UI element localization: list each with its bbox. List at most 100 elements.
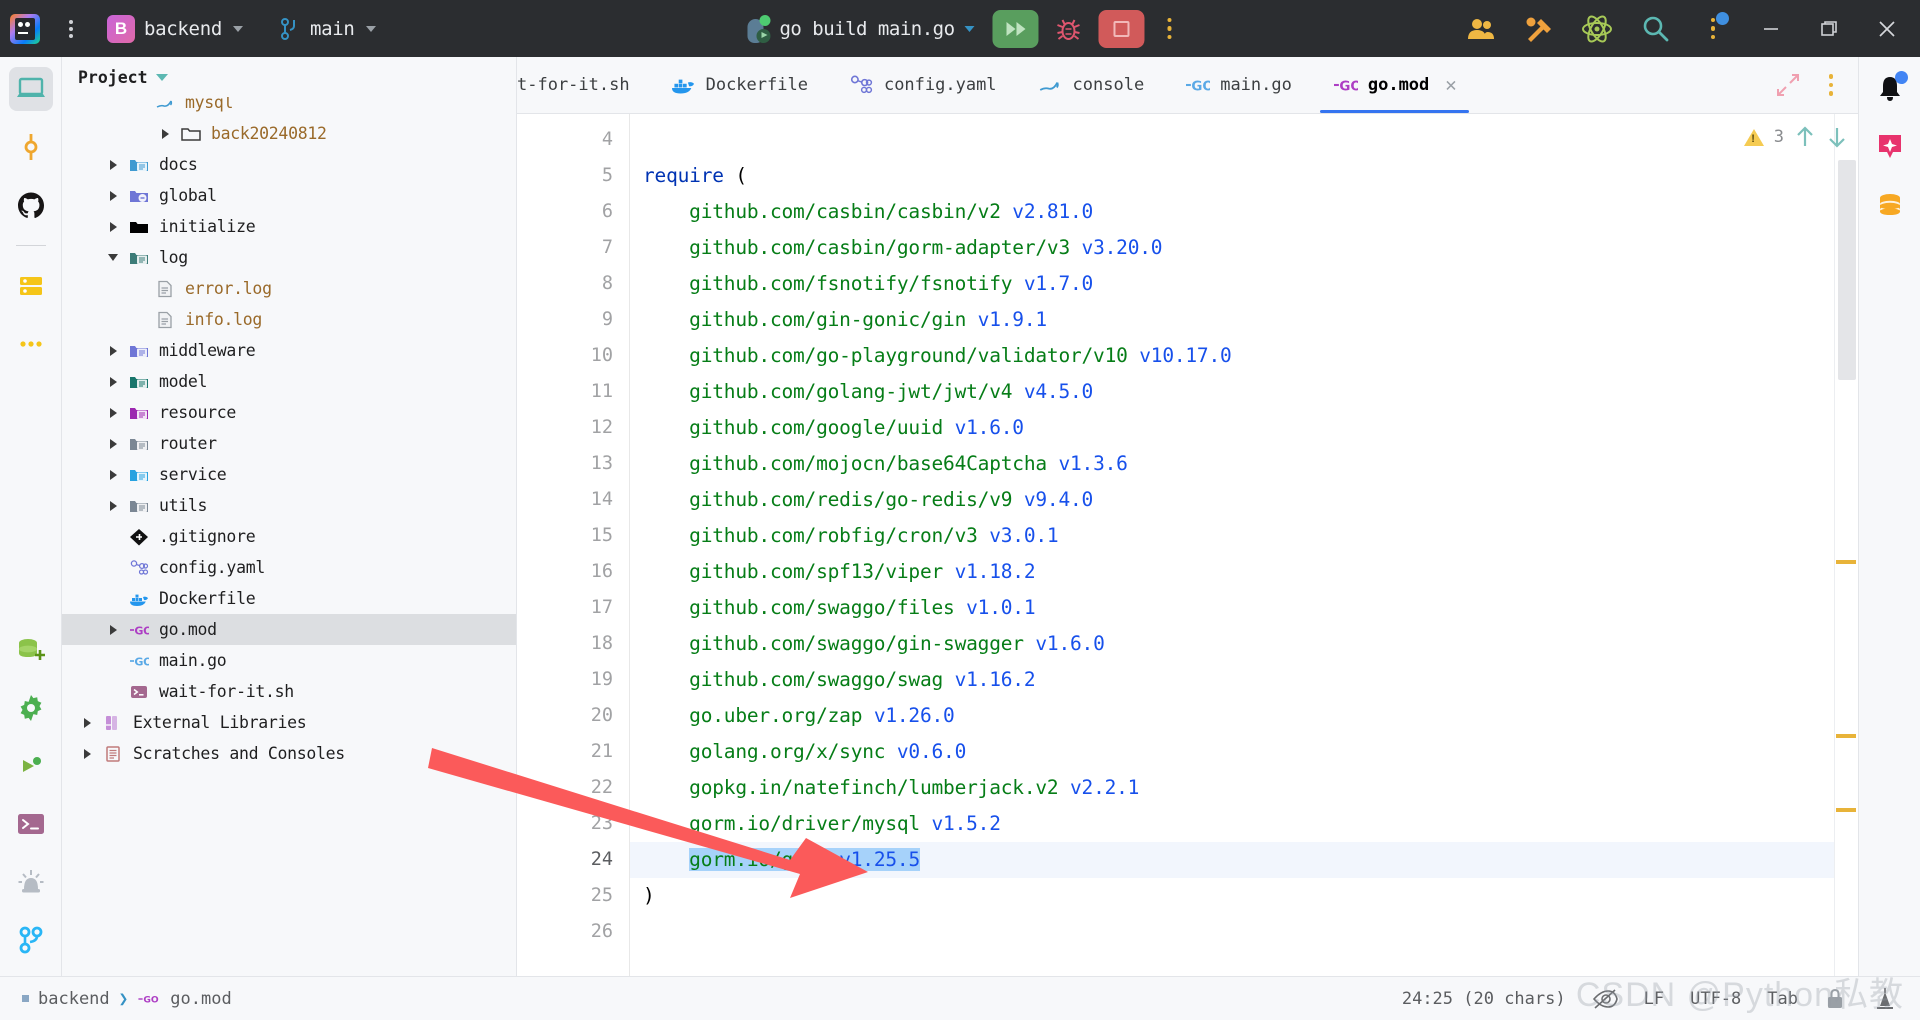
tree-item-resource[interactable]: resource <box>62 397 516 428</box>
lock-icon[interactable] <box>1824 987 1846 1011</box>
tree-twisty-collapsed[interactable] <box>100 190 126 201</box>
tab-console[interactable]: console <box>1017 57 1165 113</box>
tree-item-dockerfile[interactable]: Dockerfile <box>62 583 516 614</box>
tree-item-gitignore[interactable]: .gitignore <box>62 521 516 552</box>
tree-twisty-collapsed[interactable] <box>74 748 100 759</box>
line-number[interactable]: 23 <box>517 806 629 842</box>
tree-item-main-go[interactable]: GO main.go <box>62 645 516 676</box>
tree-twisty-collapsed[interactable] <box>152 128 178 139</box>
code-editor[interactable]: require ( github.com/casbin/casbin/v2 v2… <box>629 114 1834 976</box>
tree-twisty-collapsed[interactable] <box>100 407 126 418</box>
tree-item-global[interactable]: global <box>62 180 516 211</box>
line-number[interactable]: 19 <box>517 662 629 698</box>
code-line[interactable]: github.com/gin-gonic/gin v1.9.1 <box>629 302 1834 338</box>
maximize-window-button[interactable] <box>1800 0 1858 57</box>
line-number[interactable]: 4 <box>517 122 629 158</box>
sidebar-item-terminal[interactable] <box>9 802 53 846</box>
sidebar-item-commit[interactable] <box>9 125 53 169</box>
code-line[interactable]: github.com/fsnotify/fsnotify v1.7.0 <box>629 266 1834 302</box>
line-number[interactable]: 7 <box>517 230 629 266</box>
code-line[interactable]: require ( <box>629 158 1834 194</box>
chevron-down-icon[interactable] <box>155 73 168 81</box>
code-line[interactable]: github.com/spf13/viper v1.18.2 <box>629 554 1834 590</box>
sidebar-item-github[interactable] <box>9 183 53 227</box>
sidebar-item-run[interactable] <box>9 744 53 788</box>
breadcrumb[interactable]: backend ❯ GO go.mod <box>22 989 232 1009</box>
tree-twisty-collapsed[interactable] <box>100 376 126 387</box>
tab-config-yaml[interactable]: config.yaml <box>828 57 1017 113</box>
run-button[interactable] <box>992 9 1039 48</box>
tools-button[interactable] <box>1510 0 1568 57</box>
tab-dockerfile[interactable]: Dockerfile <box>650 57 828 113</box>
breadcrumb-item-project[interactable]: backend <box>38 989 110 1009</box>
tree-twisty-collapsed[interactable] <box>100 624 126 635</box>
line-number[interactable]: 10 <box>517 338 629 374</box>
expand-diagonal-icon[interactable] <box>1766 65 1810 105</box>
code-line[interactable]: github.com/go-playground/validator/v10 v… <box>629 338 1834 374</box>
search-button[interactable] <box>1626 0 1684 57</box>
sidebar-item-database[interactable] <box>9 264 53 308</box>
code-line[interactable]: github.com/golang-jwt/jwt/v4 v4.5.0 <box>629 374 1834 410</box>
line-number[interactable]: 15 <box>517 518 629 554</box>
warning-marker[interactable] <box>1836 560 1856 564</box>
arrow-down-icon[interactable] <box>1826 124 1848 150</box>
sidebar-item-problems[interactable] <box>9 860 53 904</box>
tree-item-back20240812[interactable]: back20240812 <box>62 118 516 149</box>
tree-twisty-collapsed[interactable] <box>100 221 126 232</box>
tree-item-router[interactable]: router <box>62 428 516 459</box>
tree-item-config-yaml[interactable]: config.yaml <box>62 552 516 583</box>
tab-go-mod[interactable]: GO go.mod ✕ <box>1312 57 1477 113</box>
tree-item-utils[interactable]: utils <box>62 490 516 521</box>
sidebar-item-settings[interactable] <box>9 686 53 730</box>
code-line[interactable]: github.com/robfig/cron/v3 v3.0.1 <box>629 518 1834 554</box>
indent-setting[interactable]: Tab <box>1767 989 1798 1009</box>
breadcrumb-item-file[interactable]: go.mod <box>170 989 231 1009</box>
code-line[interactable]: ) <box>629 878 1834 914</box>
tree-twisty-collapsed[interactable] <box>100 345 126 356</box>
code-line[interactable]: go.uber.org/zap v1.26.0 <box>629 698 1834 734</box>
line-number[interactable]: 9 <box>517 302 629 338</box>
warning-marker[interactable] <box>1836 734 1856 738</box>
arrow-up-icon[interactable] <box>1794 124 1816 150</box>
tree-item-log[interactable]: log <box>62 242 516 273</box>
line-number[interactable]: 20 <box>517 698 629 734</box>
close-window-button[interactable] <box>1858 0 1916 57</box>
file-encoding[interactable]: UTF-8 <box>1690 989 1741 1009</box>
tree-item-service[interactable]: service <box>62 459 516 490</box>
project-file-tree[interactable]: mysql back20240812 docs global initialize log… <box>62 97 516 976</box>
line-number[interactable]: 13 <box>517 446 629 482</box>
scrollbar-thumb[interactable] <box>1838 160 1856 380</box>
plugin-button[interactable] <box>1568 0 1626 57</box>
code-line[interactable]: github.com/redis/go-redis/v9 v9.4.0 <box>629 482 1834 518</box>
tab-t-for-it-sh[interactable]: t-for-it.sh <box>517 57 650 113</box>
close-tab-icon[interactable]: ✕ <box>1445 75 1456 95</box>
sidebar-item-version-control[interactable] <box>9 918 53 962</box>
tree-item-mysql[interactable]: mysql <box>62 97 516 118</box>
tree-item-scratches-and-consoles[interactable]: Scratches and Consoles <box>62 738 516 769</box>
sidebar-item-project[interactable] <box>8 67 53 111</box>
code-line[interactable]: github.com/swaggo/swag v1.16.2 <box>629 662 1834 698</box>
code-line[interactable] <box>629 122 1834 158</box>
reader-mode-eye-icon[interactable] <box>1592 987 1618 1011</box>
tree-item-model[interactable]: model <box>62 366 516 397</box>
ai-assistant-button[interactable] <box>1868 125 1912 169</box>
run-configuration-selector[interactable]: go build main.go <box>735 10 982 48</box>
code-line[interactable]: gopkg.in/natefinch/lumberjack.v2 v2.2.1 <box>629 770 1834 806</box>
code-line[interactable]: github.com/google/uuid v1.6.0 <box>629 410 1834 446</box>
code-line[interactable] <box>629 914 1834 950</box>
sidebar-item-more[interactable] <box>9 322 53 366</box>
tree-item-error-log[interactable]: error.log <box>62 273 516 304</box>
tab-main-go[interactable]: GO main.go <box>1164 57 1312 113</box>
code-line[interactable]: github.com/swaggo/gin-swagger v1.6.0 <box>629 626 1834 662</box>
code-line[interactable]: gorm.io/gorm v1.25.5 <box>629 842 1834 878</box>
warning-marker[interactable] <box>1836 808 1856 812</box>
tree-item-info-log[interactable]: info.log <box>62 304 516 335</box>
code-line[interactable]: gorm.io/driver/mysql v1.5.2 <box>629 806 1834 842</box>
line-number[interactable]: 21 <box>517 734 629 770</box>
minimize-window-button[interactable] <box>1742 0 1800 57</box>
line-number[interactable]: 22 <box>517 770 629 806</box>
tree-item-go-mod[interactable]: GO go.mod <box>62 614 516 645</box>
collaborate-button[interactable] <box>1452 0 1510 57</box>
code-line[interactable]: github.com/mojocn/base64Captcha v1.3.6 <box>629 446 1834 482</box>
line-number[interactable]: 26 <box>517 914 629 950</box>
